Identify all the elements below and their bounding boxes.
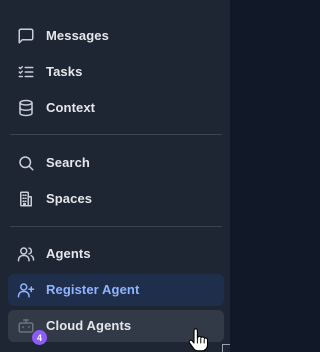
sidebar-item-label: Agents [46,246,91,261]
sidebar-item-tasks[interactable]: Tasks [8,56,224,88]
sidebar-item-search[interactable]: Search [8,147,224,179]
sidebar-item-register-agent[interactable]: Register Agent [8,274,224,306]
sidebar-item-label: Search [46,155,90,170]
sidebar-item-spaces[interactable]: Spaces [8,183,224,215]
hand-pointer-cursor-icon [188,328,208,352]
sidebar: Messages Tasks Context Search Spaces Age… [0,0,230,352]
sidebar-item-label: Tasks [46,64,83,79]
building-icon [17,190,35,208]
notification-badge: 4 [32,330,47,345]
resize-corner [222,344,230,352]
sidebar-item-context[interactable]: Context [8,92,224,124]
user-plus-icon [17,281,35,299]
users-icon [17,245,35,263]
divider [10,226,222,227]
sidebar-item-agents[interactable]: Agents [8,238,224,270]
search-icon [17,154,35,172]
message-square-icon [17,27,35,45]
list-checks-icon [17,63,35,81]
sidebar-item-label: Context [46,100,96,115]
sidebar-item-messages[interactable]: Messages [8,20,224,52]
sidebar-item-label: Cloud Agents [46,318,132,333]
sidebar-item-label: Messages [46,28,109,43]
sidebar-item-label: Spaces [46,191,93,206]
divider [10,134,222,135]
database-icon [17,99,35,117]
sidebar-item-label: Register Agent [46,282,140,297]
